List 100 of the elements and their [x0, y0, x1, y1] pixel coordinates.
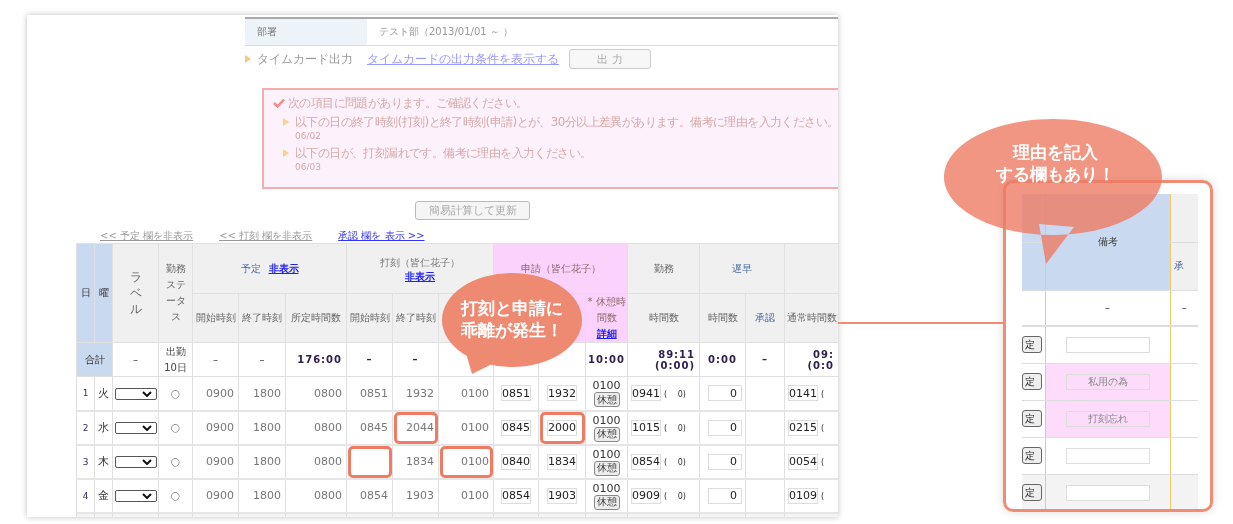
- group-header: 打刻（皆仁花子）: [380, 255, 461, 270]
- label-dropdown[interactable]: [114, 387, 157, 400]
- check-icon: [273, 98, 285, 108]
- field-label: 部署: [245, 19, 367, 45]
- total-cell: 0:00: [699, 342, 746, 377]
- total-cell: –: [238, 342, 286, 377]
- time-input[interactable]: 0: [708, 419, 743, 436]
- time-input[interactable]: 1932: [547, 385, 578, 402]
- label-dropdown[interactable]: [114, 456, 157, 468]
- total-cell: –: [1045, 290, 1170, 326]
- break-button[interactable]: 休憩: [593, 460, 620, 476]
- column-header: ラベル: [112, 243, 159, 343]
- time-input[interactable]: 0109: [788, 487, 819, 504]
- alert-title: 次の項目に問題があります。ご確認ください。: [288, 96, 528, 110]
- total-cell: –: [112, 342, 159, 377]
- column-header: 時間数: [699, 293, 746, 343]
- time-input[interactable]: 1834: [547, 453, 578, 470]
- row-number: 3: [76, 444, 95, 479]
- column-header: 通常時間数: [784, 293, 838, 343]
- break-button[interactable]: 休憩: [593, 392, 620, 408]
- alert-message: 以下の日が、打刻漏れです。備考に理由を入力ください。: [295, 146, 592, 160]
- total-cell: –: [192, 342, 239, 377]
- confirm-button[interactable]: 定: [1022, 447, 1042, 464]
- callout-text: 乖離が発生！: [461, 319, 563, 341]
- group-header: 予定: [240, 261, 261, 276]
- callout-text: 打刻と申請に: [461, 297, 563, 319]
- time-input[interactable]: 0909: [631, 487, 662, 504]
- column-header: 所定時間数: [285, 293, 347, 343]
- remarks-input[interactable]: [1065, 336, 1150, 353]
- break-button[interactable]: 休憩: [593, 494, 620, 510]
- time-input[interactable]: 0: [708, 453, 743, 470]
- paren-text: ( 0): [664, 389, 686, 399]
- triangle-icon: [245, 55, 251, 63]
- remarks-input[interactable]: [1065, 484, 1150, 501]
- time-input[interactable]: 0851: [501, 385, 532, 402]
- total-cell: –: [1170, 290, 1198, 326]
- column-header: 終了時刻: [392, 293, 439, 343]
- time-input[interactable]: 1015: [631, 419, 662, 436]
- field-value: テスト部（2013/01/01 ～ ）: [378, 25, 513, 39]
- confirm-button[interactable]: 定: [1022, 336, 1042, 354]
- column-toggle-link[interactable]: 承認 欄を 表示 >>: [338, 229, 425, 243]
- column-header: 勤務: [627, 243, 700, 294]
- label-dropdown[interactable]: [114, 490, 157, 502]
- row-header: 合計: [76, 342, 113, 377]
- time-input[interactable]: 0054: [788, 453, 819, 470]
- paren-text: (: [821, 389, 825, 399]
- column-header: * 休憩時間数 詳細: [585, 293, 628, 343]
- total-cell: 89:11 (0:00): [627, 342, 700, 377]
- paren-text: (: [821, 458, 825, 467]
- total-cell: –: [346, 342, 393, 377]
- hide-link[interactable]: 非表示: [405, 270, 436, 283]
- column-header: 勤務ステータス: [158, 243, 193, 343]
- column-header: 開始時刻: [346, 293, 393, 343]
- total-cell: 出勤 10日: [158, 342, 193, 377]
- time-input[interactable]: 0215: [788, 419, 819, 436]
- paren-text: (: [821, 492, 825, 501]
- chevron-down-icon: [141, 459, 152, 465]
- triangle-icon: [283, 118, 289, 126]
- alert-message: 以下の日の終了時刻(打刻)と終了時刻(申請)とが、30分以上差異があります。備考に理由を入力ください。: [295, 115, 838, 129]
- remarks-input[interactable]: [1065, 447, 1150, 464]
- confirm-button[interactable]: 定: [1022, 373, 1042, 390]
- column-header: 承認: [745, 293, 785, 343]
- total-cell: –: [745, 342, 785, 377]
- column-header: 日: [76, 243, 95, 343]
- column-header: 承: [1170, 242, 1198, 290]
- time-input[interactable]: 2000: [547, 419, 578, 436]
- column-header: 終了時刻: [238, 293, 286, 343]
- paren-text: ( 0): [664, 492, 686, 501]
- alert-date: 06/03: [295, 161, 322, 174]
- total-cell: –: [392, 342, 439, 377]
- total-cell: 10:00: [585, 342, 628, 377]
- section-label: タイムカード出力: [257, 50, 353, 68]
- time-input[interactable]: 0854: [501, 487, 532, 504]
- time-input[interactable]: 0: [708, 385, 743, 402]
- chevron-down-icon: [141, 390, 152, 397]
- column-header: 時間数: [627, 293, 700, 343]
- paren-text: ( 0): [664, 424, 686, 433]
- time-input[interactable]: 0854: [631, 453, 662, 470]
- table-cell: 0100: [438, 444, 494, 479]
- break-button[interactable]: 休憩: [593, 426, 620, 442]
- confirm-button[interactable]: 定: [1022, 484, 1042, 501]
- chevron-down-icon: [141, 425, 152, 431]
- time-input[interactable]: 1903: [547, 487, 578, 504]
- group-header: 申請（皆仁花子）: [520, 261, 601, 276]
- triangle-icon: [283, 149, 289, 157]
- break-time: 0100: [591, 481, 622, 495]
- time-input[interactable]: 0845: [501, 419, 532, 436]
- detail-link[interactable]: 詳細: [596, 328, 617, 339]
- chevron-down-icon: [141, 493, 152, 499]
- break-time: 0100: [591, 413, 622, 427]
- label-dropdown[interactable]: [114, 422, 157, 434]
- callout-text: する欄もあり！: [995, 163, 1115, 185]
- time-input[interactable]: 0: [708, 487, 743, 504]
- hide-link[interactable]: 非表示: [268, 262, 299, 275]
- row-number: 2: [76, 410, 95, 445]
- confirm-button[interactable]: 定: [1022, 410, 1042, 427]
- time-input[interactable]: 0840: [501, 453, 532, 470]
- table-cell: 2044: [392, 410, 439, 445]
- time-input[interactable]: 0141: [788, 385, 819, 402]
- time-input[interactable]: 0941: [631, 385, 662, 402]
